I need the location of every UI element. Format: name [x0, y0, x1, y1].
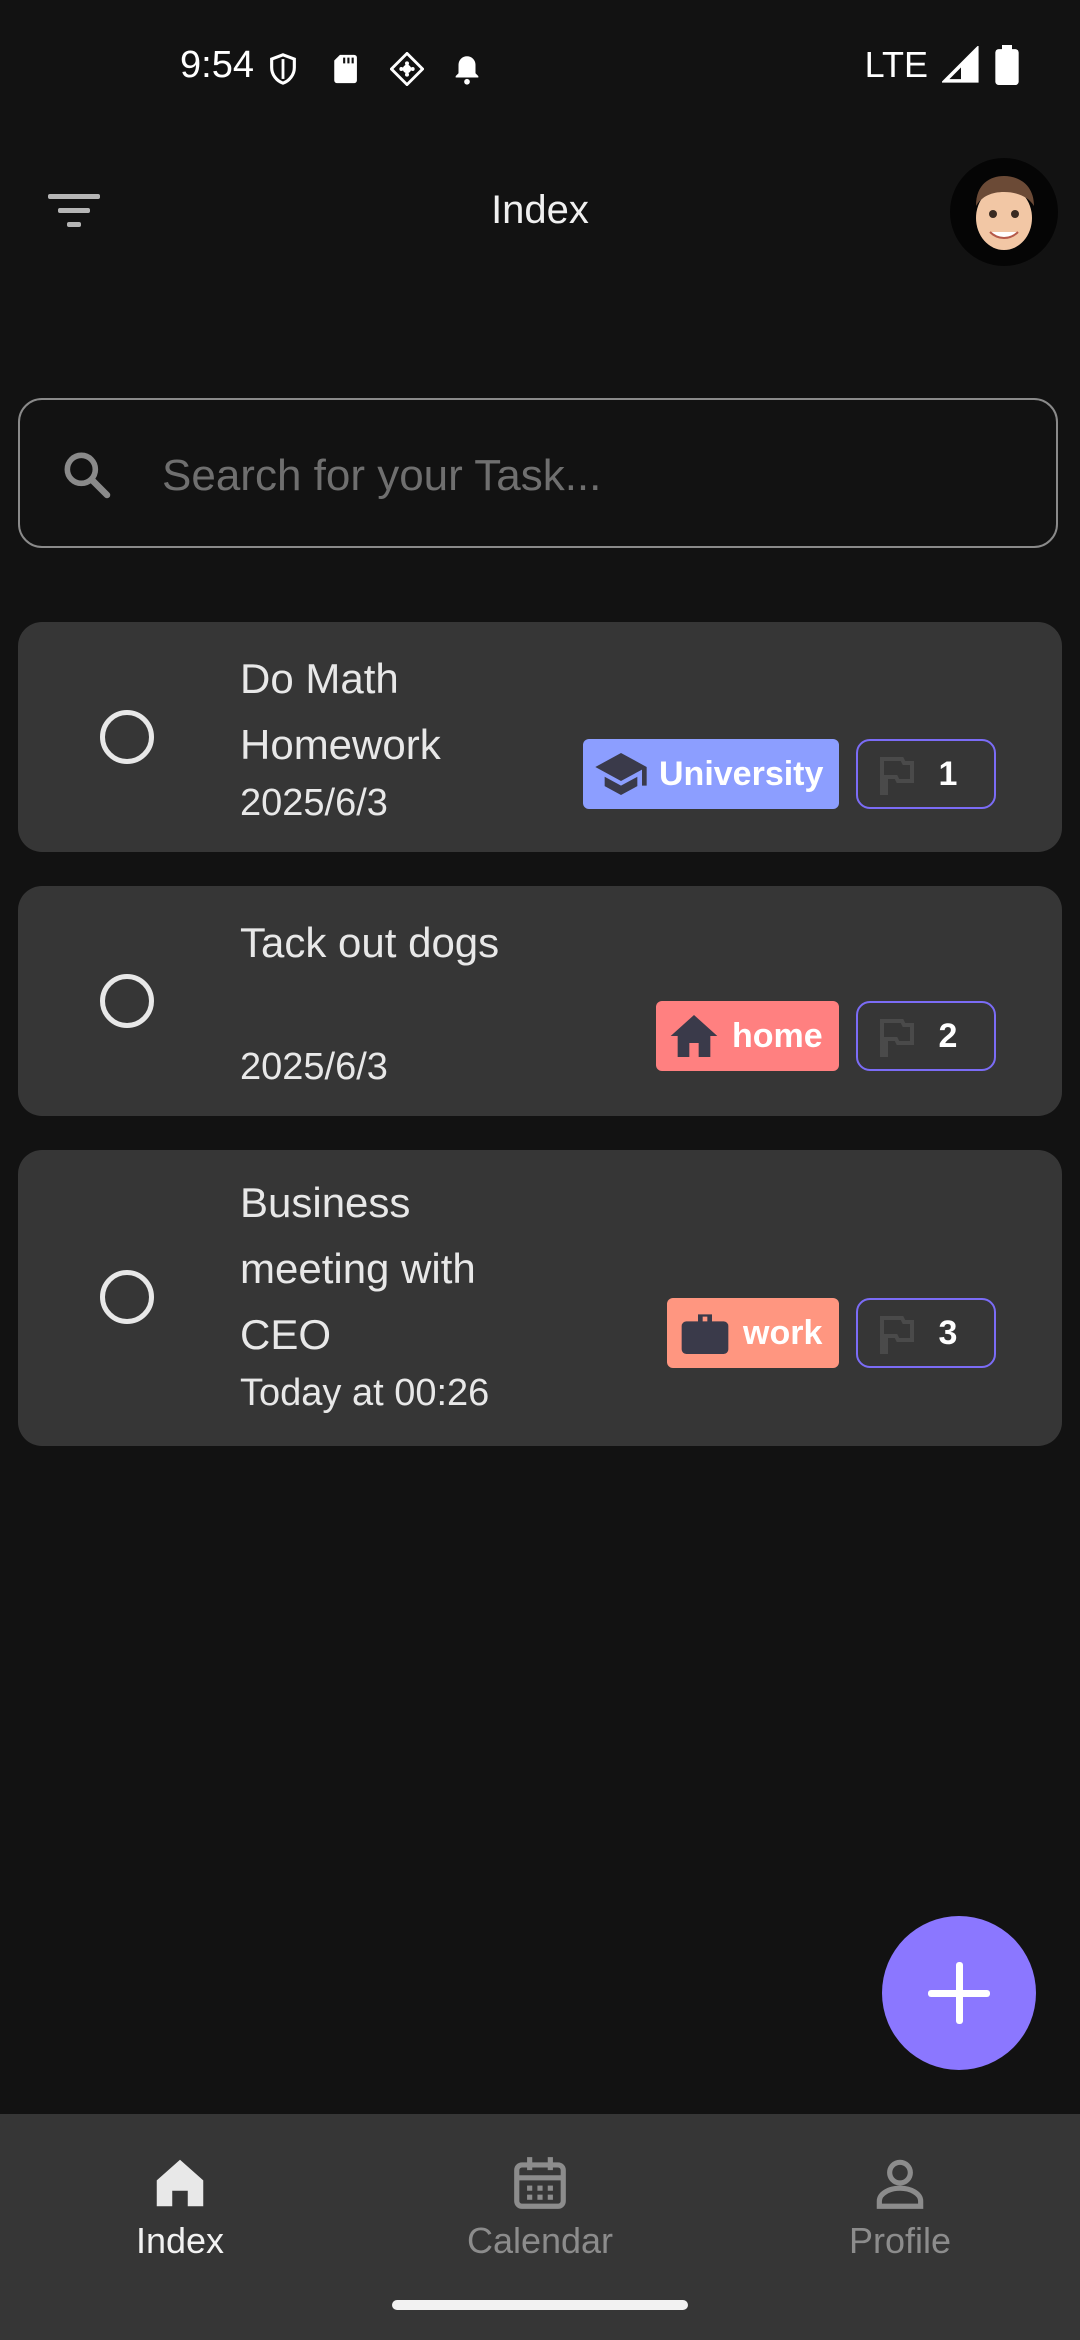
nav-label: Calendar [466, 2220, 614, 2261]
search-bar[interactable] [18, 398, 1058, 548]
task-card[interactable]: Do Math Homework 2025/6/3 University 1 [18, 622, 1062, 852]
task-complete-radio[interactable] [100, 974, 154, 1028]
briefcase-icon [681, 1314, 729, 1354]
nav-label: Index [135, 2220, 225, 2261]
task-complete-radio[interactable] [100, 1270, 154, 1324]
flag-icon [880, 1019, 914, 1057]
calendar-icon [514, 2157, 566, 2209]
memoji-face-icon [976, 176, 1034, 250]
flag-icon [880, 1316, 914, 1354]
flag-icon [880, 757, 914, 795]
priority-value: 2 [938, 1017, 958, 1055]
add-task-button[interactable] [882, 1916, 1036, 2070]
category-tag: work [667, 1298, 839, 1368]
person-icon [876, 2159, 924, 2209]
task-date: 2025/6/3 [240, 1046, 388, 1088]
task-card[interactable]: Business meeting with CEO Today at 00:26… [18, 1150, 1062, 1446]
task-title: Tack out dogs [240, 919, 500, 966]
plus-icon [928, 1962, 990, 2024]
graduation-cap-icon [595, 753, 647, 795]
task-date: 2025/6/3 [240, 782, 388, 824]
priority-badge: 3 [856, 1298, 996, 1368]
priority-badge: 2 [856, 1001, 996, 1071]
signal-icon [942, 46, 979, 83]
sd-card-icon [334, 54, 357, 84]
nav-item-profile[interactable]: Profile [770, 2134, 1030, 2262]
battery-icon [995, 45, 1019, 85]
category-label: home [732, 1016, 823, 1055]
task-card[interactable]: Tack out dogs 2025/6/3 home 2 [18, 886, 1062, 1116]
shield-icon [270, 53, 296, 85]
notification-bell-icon [455, 56, 479, 85]
home-indicator[interactable] [392, 2300, 688, 2310]
page-title: Index [491, 188, 589, 232]
task-date: Today at 00:26 [240, 1372, 490, 1414]
status-time: 9:54 [180, 44, 254, 86]
category-tag: home [656, 1001, 839, 1071]
status-right: LTE [865, 44, 1020, 86]
priority-value: 1 [938, 755, 958, 793]
network-type: LTE [864, 44, 928, 85]
nav-item-calendar[interactable]: Calendar [410, 2134, 670, 2262]
search-input[interactable] [160, 430, 1024, 522]
diamond-grid-icon [390, 52, 424, 86]
category-tag: University [583, 739, 839, 809]
category-label: work [743, 1313, 823, 1352]
nav-item-index[interactable]: Index [50, 2134, 310, 2262]
status-bar: 9:54 LTE [0, 0, 1080, 140]
nav-label: Profile [848, 2220, 952, 2261]
avatar[interactable] [950, 158, 1058, 266]
home-icon [670, 1015, 718, 1057]
task-title: Do Math Homework [240, 655, 441, 768]
home-icon [156, 2159, 204, 2207]
search-icon [64, 452, 111, 499]
task-title: Business meeting with CEO [240, 1179, 476, 1358]
priority-value: 3 [938, 1314, 958, 1352]
category-label: University [659, 754, 824, 793]
priority-badge: 1 [856, 739, 996, 809]
task-complete-radio[interactable] [100, 710, 154, 764]
